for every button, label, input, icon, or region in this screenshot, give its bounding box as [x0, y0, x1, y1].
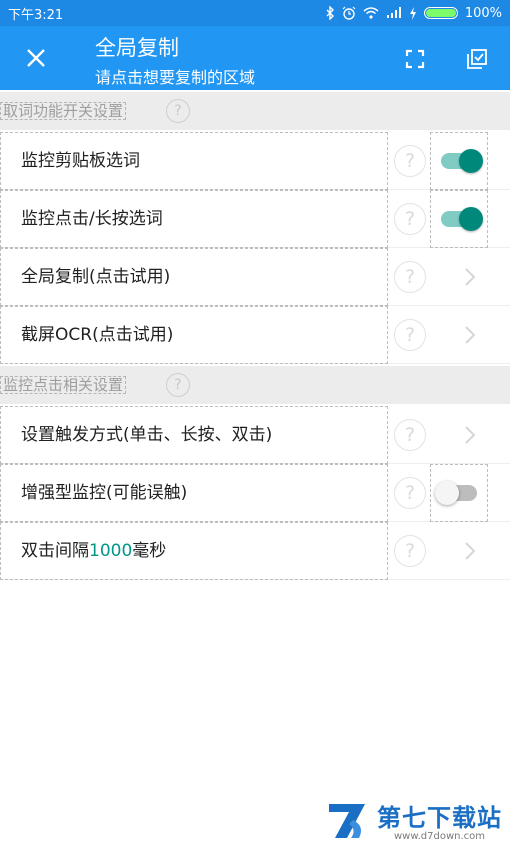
help-icon[interactable]: ?: [166, 373, 190, 397]
help-icon[interactable]: ?: [394, 319, 426, 351]
fullscreen-button[interactable]: [400, 44, 430, 74]
setting-row-enhanced-monitor[interactable]: 增强型监控(可能误触) ?: [0, 464, 510, 522]
multi-select-button[interactable]: [462, 44, 492, 74]
bluetooth-icon: [326, 6, 334, 20]
help-icon[interactable]: ?: [394, 203, 426, 235]
setting-label: 全局复制(点击试用): [0, 248, 388, 306]
site-logo-icon: [329, 804, 365, 838]
section-header-word-switch: 取词功能开关设置 ?: [0, 92, 510, 130]
setting-row-screenshot-ocr[interactable]: 截屏OCR(点击试用) ?: [0, 306, 510, 364]
status-time: 下午3:21: [8, 7, 64, 23]
help-icon[interactable]: ?: [394, 535, 426, 567]
help-icon[interactable]: ?: [394, 145, 426, 177]
close-button[interactable]: [20, 42, 52, 74]
setting-label: 监控点击/长按选词: [0, 190, 388, 248]
watermark-url: www.d7down.com: [393, 831, 486, 842]
label-prefix: 双击间隔: [21, 541, 89, 561]
app-bar: 全局复制 请点击想要复制的区域: [0, 26, 510, 90]
section-title: 监控点击相关设置: [0, 376, 127, 394]
interval-value: 1000: [89, 541, 133, 561]
click-monitor-toggle[interactable]: [441, 207, 483, 231]
toggle-container: [430, 464, 488, 522]
status-icons: 100%: [325, 6, 502, 21]
charging-icon: [409, 6, 416, 20]
enhanced-monitor-toggle[interactable]: [435, 481, 477, 505]
setting-label: 增强型监控(可能误触): [0, 464, 388, 522]
wifi-icon: [363, 7, 379, 19]
watermark: 第七下载站 www.d7down.com: [325, 798, 502, 842]
page-title: 全局复制: [95, 36, 179, 60]
setting-row-clipboard-monitor[interactable]: 监控剪贴板选词 ?: [0, 132, 510, 190]
chevron-right-icon: [465, 542, 476, 560]
setting-label: 双击间隔1000毫秒: [0, 522, 388, 580]
help-icon[interactable]: ?: [166, 99, 190, 123]
watermark-name: 第七下载站: [377, 804, 502, 832]
help-icon[interactable]: ?: [394, 477, 426, 509]
setting-label: 设置触发方式(单击、长按、双击): [0, 406, 388, 464]
help-icon[interactable]: ?: [394, 261, 426, 293]
setting-row-global-copy[interactable]: 全局复制(点击试用) ?: [0, 248, 510, 306]
fullscreen-icon: [405, 49, 425, 69]
signal-icon: [386, 7, 401, 18]
toggle-container: [430, 132, 488, 190]
setting-row-click-monitor[interactable]: 监控点击/长按选词 ?: [0, 190, 510, 248]
setting-row-double-click-interval[interactable]: 双击间隔1000毫秒 ?: [0, 522, 510, 580]
help-icon[interactable]: ?: [394, 419, 426, 451]
alarm-icon: [342, 6, 356, 20]
section-title: 取词功能开关设置: [0, 102, 127, 120]
watermark-text: 第七下载站 www.d7down.com: [377, 798, 502, 842]
label-suffix: 毫秒: [132, 541, 167, 561]
battery-icon: [423, 7, 458, 19]
close-icon: [27, 49, 45, 67]
setting-row-trigger-mode[interactable]: 设置触发方式(单击、长按、双击) ?: [0, 406, 510, 464]
chevron-right-icon: [465, 426, 476, 444]
page-subtitle: 请点击想要复制的区域: [95, 68, 256, 87]
copy-check-icon: [467, 49, 487, 69]
status-bar: 下午3:21 100%: [0, 0, 510, 26]
setting-label: 截屏OCR(点击试用): [0, 306, 388, 364]
section-header-click-settings: 监控点击相关设置 ?: [0, 366, 510, 404]
chevron-right-icon: [465, 268, 476, 286]
setting-label: 监控剪贴板选词: [0, 132, 388, 190]
toggle-container: [430, 190, 488, 248]
clipboard-monitor-toggle[interactable]: [441, 149, 483, 173]
battery-level: 100%: [464, 5, 502, 21]
chevron-right-icon: [465, 326, 476, 344]
